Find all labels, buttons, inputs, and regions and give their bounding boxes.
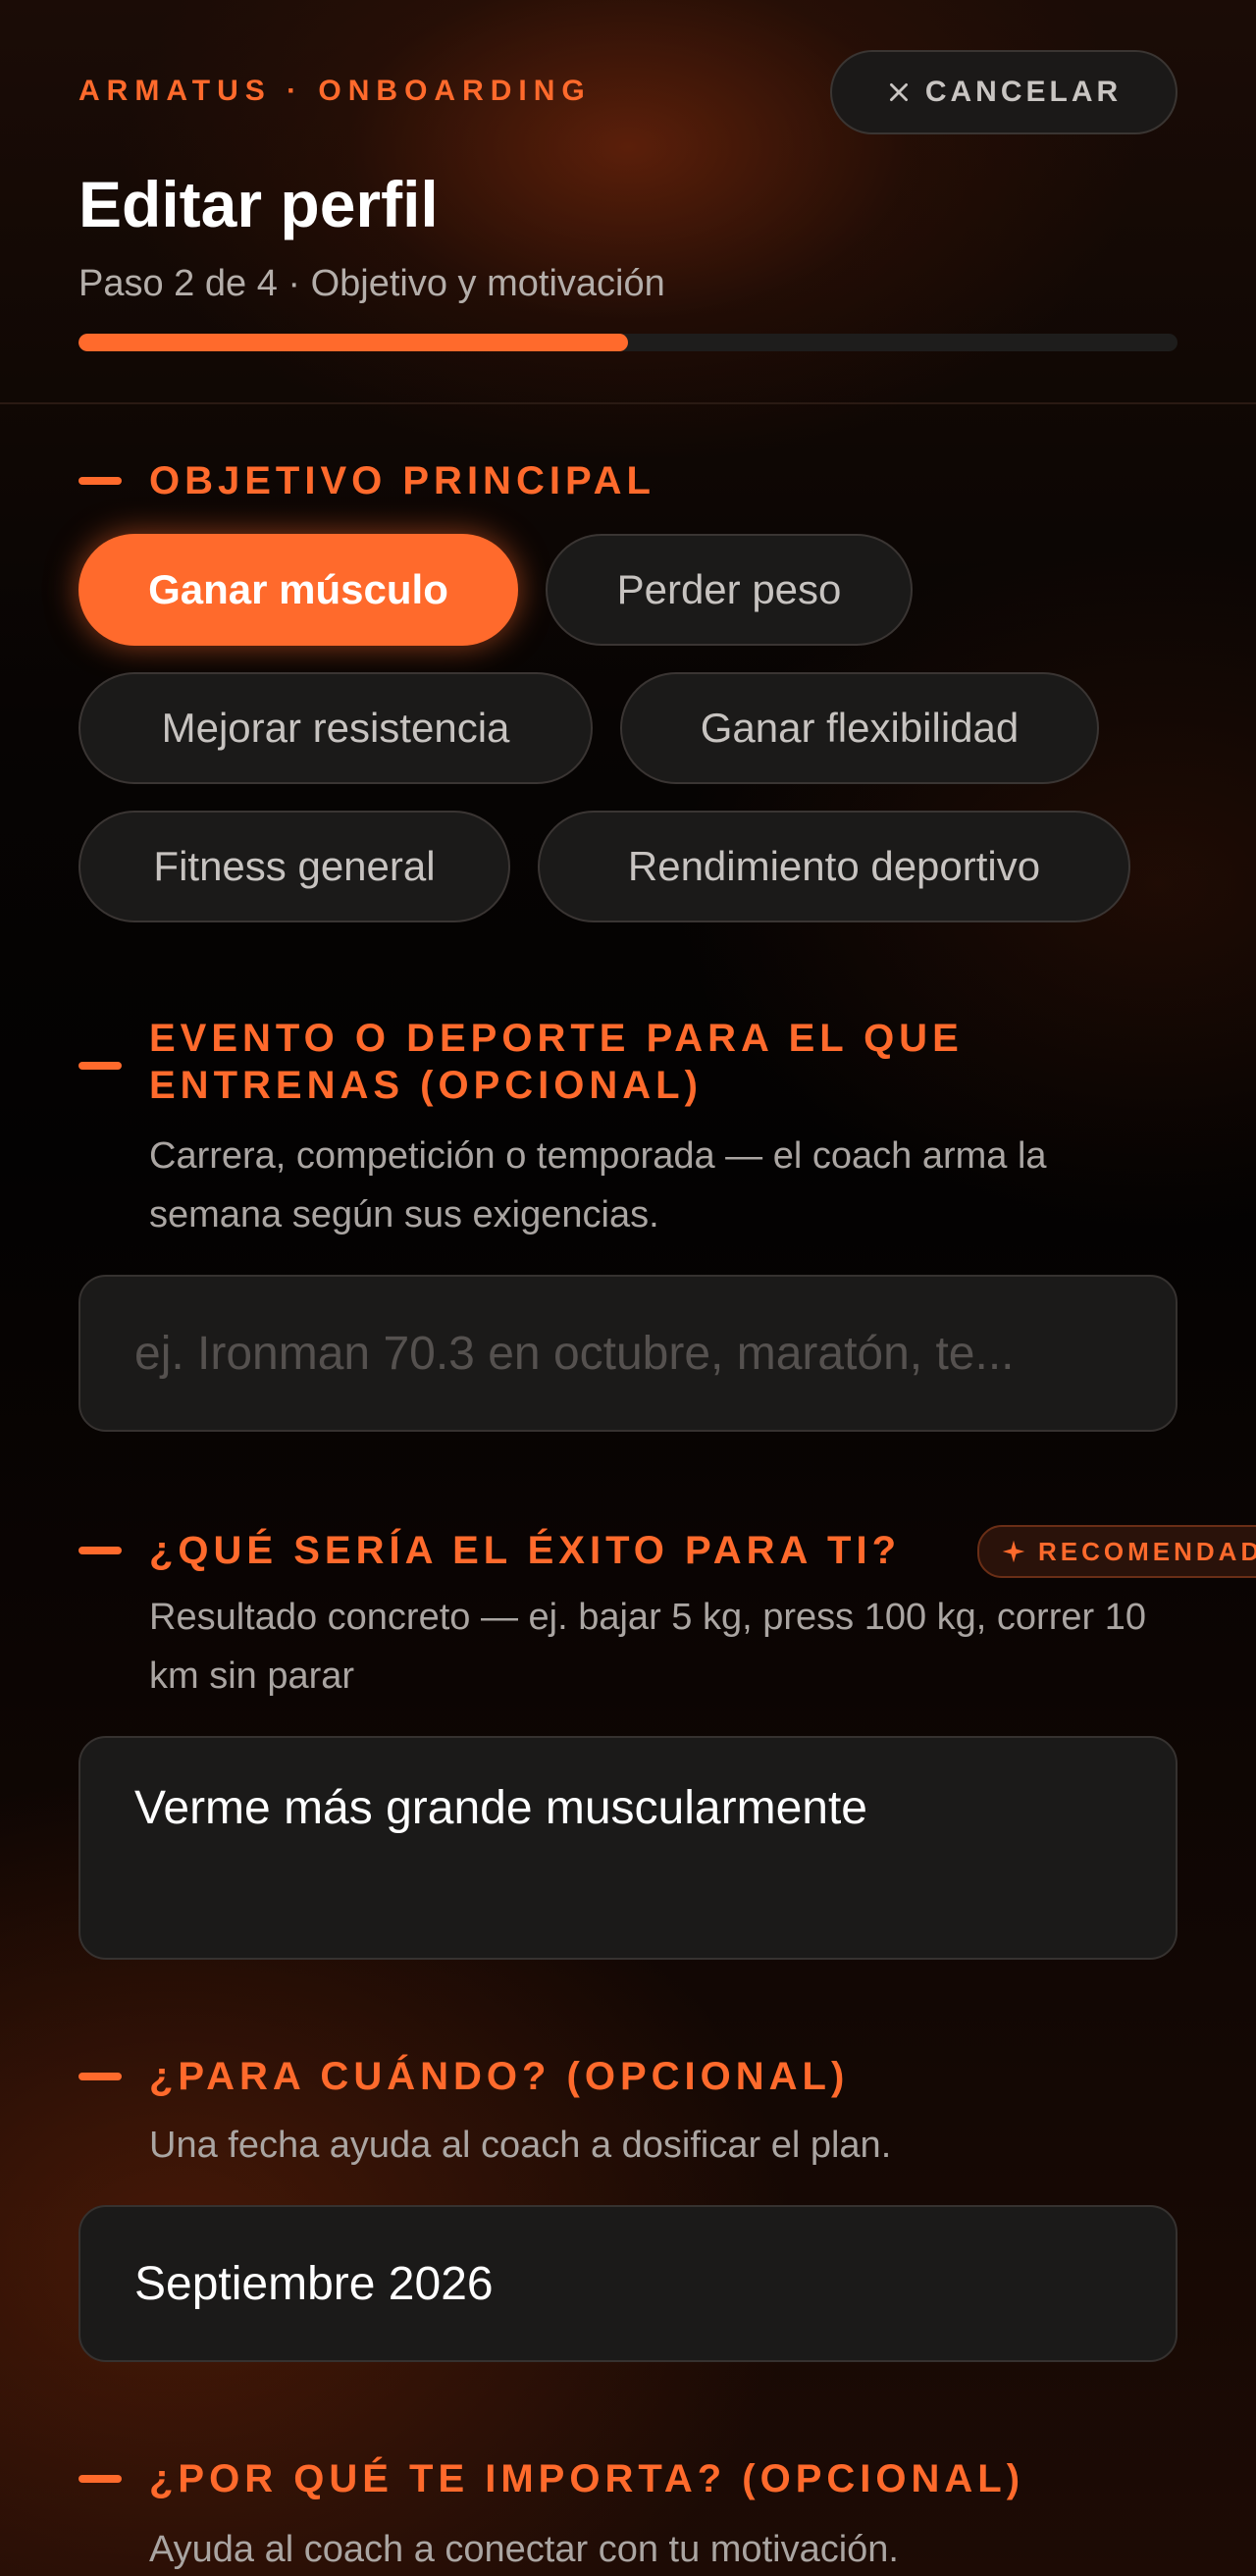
brand-label: ARMATUS · ONBOARDING	[78, 75, 592, 107]
success-textarea[interactable]: Verme más grande muscularmente	[78, 1736, 1178, 1960]
event-heading-line1: EVENTO O DEPORTE PARA EL QUE	[149, 1017, 964, 1060]
close-icon	[889, 83, 908, 101]
why-helper: Ayuda al coach a conectar con tu motivac…	[149, 2529, 899, 2570]
page-title: Editar perfil	[78, 168, 439, 240]
cancel-button[interactable]: CANCELAR	[830, 50, 1178, 134]
why-heading: ¿POR QUÉ TE IMPORTA? (OPCIONAL)	[149, 2457, 1025, 2500]
event-input[interactable]: ej. Ironman 70.3 en octubre, maratón, te…	[78, 1275, 1178, 1432]
when-heading: ¿PARA CUÁNDO? (OPCIONAL)	[149, 2055, 850, 2098]
section-dash	[78, 1062, 122, 1070]
goal-chip-mejorar-resistencia[interactable]: Mejorar resistencia	[78, 672, 593, 784]
event-helper: Carrera, competición o temporada — el co…	[149, 1135, 1047, 1235]
event-heading-line2: ENTRENAS (OPCIONAL)	[149, 1064, 703, 1107]
cancel-label: CANCELAR	[924, 76, 1123, 108]
when-helper: Una fecha ayuda al coach a dosificar el …	[149, 2125, 892, 2166]
recommended-badge-label: RECOMENDADO	[1038, 1536, 1256, 1566]
goal-chip-fitness-general[interactable]: Fitness general	[78, 811, 510, 922]
section-dash	[78, 477, 122, 485]
goal-heading: OBJETIVO PRINCIPAL	[149, 459, 655, 502]
recommended-badge: RECOMENDADO	[977, 1525, 1256, 1578]
goal-chip-rendimiento-deportivo[interactable]: Rendimiento deportivo	[538, 811, 1130, 922]
success-heading: ¿QUÉ SERÍA EL ÉXITO PARA TI?	[149, 1529, 901, 1572]
header-divider	[0, 402, 1256, 404]
sparkle-icon	[1002, 1540, 1025, 1563]
section-dash	[78, 1547, 122, 1554]
why-section-label: ¿POR QUÉ TE IMPORTA? (OPCIONAL)	[78, 2455, 1024, 2502]
success-section-label: ¿QUÉ SERÍA EL ÉXITO PARA TI?	[78, 1527, 901, 1574]
goal-chip-ganar-flexibilidad[interactable]: Ganar flexibilidad	[620, 672, 1099, 784]
step-indicator: Paso 2 de 4 · Objetivo y motivación	[78, 263, 665, 304]
when-input[interactable]: Septiembre 2026	[78, 2205, 1178, 2362]
goal-chip-ganar-musculo[interactable]: Ganar músculo	[78, 534, 518, 646]
event-heading: EVENTO O DEPORTE PARA EL QUE ENTRENAS (O…	[149, 1015, 964, 1109]
success-helper: Resultado concreto — ej. bajar 5 kg, pre…	[149, 1597, 1146, 1697]
section-dash	[78, 2073, 122, 2080]
goal-section-label: OBJETIVO PRINCIPAL	[78, 457, 655, 504]
event-section-label: EVENTO O DEPORTE PARA EL QUE ENTRENAS (O…	[78, 1015, 964, 1109]
section-dash	[78, 2475, 122, 2483]
onboarding-screen: ARMATUS · ONBOARDING CANCELAR Editar per…	[0, 0, 1256, 2576]
when-section-label: ¿PARA CUÁNDO? (OPCIONAL)	[78, 2053, 849, 2100]
progress-bar	[78, 334, 1178, 351]
goal-chip-perder-peso[interactable]: Perder peso	[546, 534, 913, 646]
progress-fill	[78, 334, 628, 351]
